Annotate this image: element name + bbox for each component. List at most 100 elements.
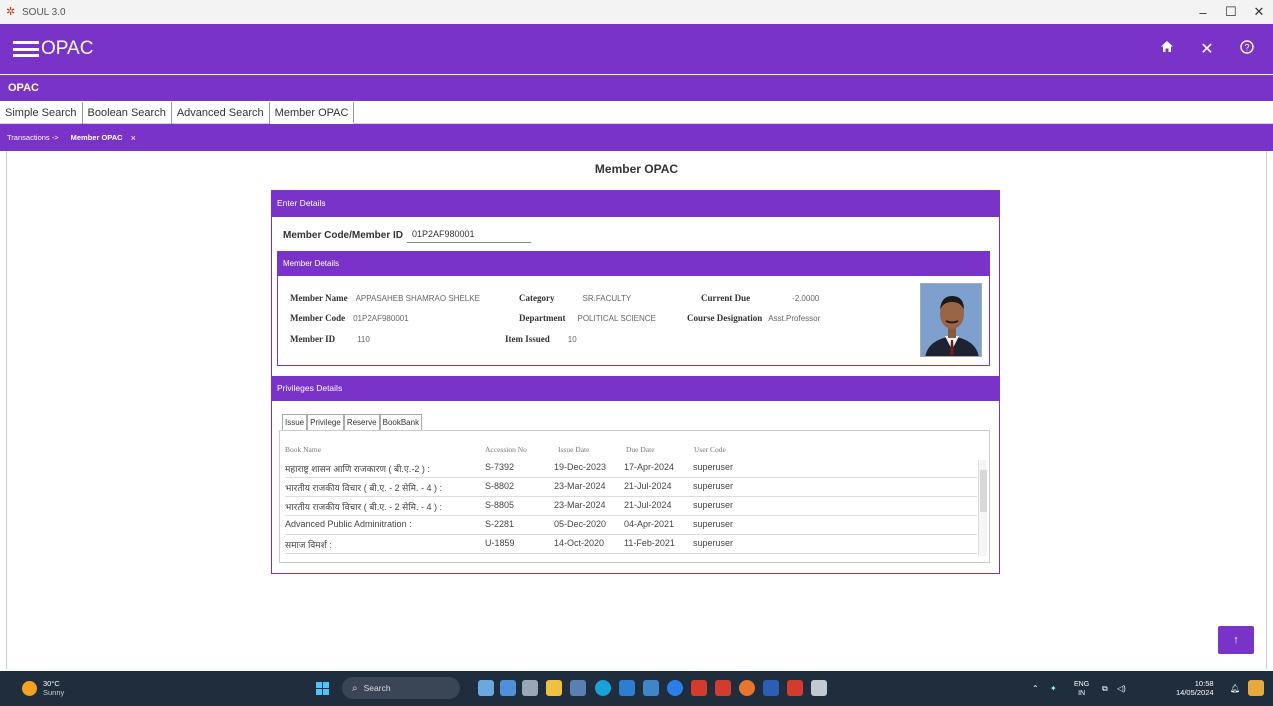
cell-book-name: भारतीय राजकीय विचार ( बी.ए. - 2 सेमि. - … bbox=[285, 483, 442, 493]
wifi-icon[interactable]: ⧉ bbox=[1102, 671, 1108, 706]
cell-issue-date: 05-Dec-2020 bbox=[554, 519, 607, 529]
category-field: Category SR.FACULTY bbox=[519, 293, 631, 303]
col-book-name[interactable]: Book Name bbox=[285, 445, 321, 454]
cell-due-date: 04-Apr-2021 bbox=[624, 519, 675, 529]
snipping-tool-icon[interactable] bbox=[811, 680, 827, 696]
network-app-icon[interactable]: ✦ bbox=[1050, 671, 1057, 706]
sun-icon bbox=[22, 680, 37, 696]
item-issued-field: Item Issued 10 bbox=[505, 334, 577, 344]
weather-condition: Sunny bbox=[43, 688, 65, 697]
cell-accession-no: S-7392 bbox=[485, 462, 515, 472]
help-icon[interactable]: ? bbox=[1239, 39, 1255, 59]
tab-reserve[interactable]: Reserve bbox=[343, 414, 380, 430]
close-icon[interactable]: ✕ bbox=[1199, 39, 1215, 59]
minimize-button[interactable]: – bbox=[1189, 0, 1217, 24]
close-tab-icon[interactable]: × bbox=[131, 133, 136, 143]
table-row[interactable]: समाज विमर्श : U-1859 14-Oct-2020 11-Feb-… bbox=[285, 535, 977, 554]
department-label: Department bbox=[519, 313, 566, 323]
home-icon[interactable] bbox=[1159, 40, 1175, 58]
browser-icon[interactable] bbox=[739, 680, 755, 696]
widgets-icon[interactable] bbox=[478, 680, 494, 696]
member-code-value: 01P2AF980001 bbox=[353, 314, 409, 323]
course-designation-value: Asst.Professor bbox=[768, 314, 821, 323]
tab-advanced-search[interactable]: Advanced Search bbox=[172, 102, 270, 124]
table-row[interactable]: भारतीय राजकीय विचार ( बी.ए. - 2 सेमि. - … bbox=[285, 497, 977, 516]
close-window-button[interactable]: ✕ bbox=[1245, 0, 1273, 24]
course-designation-field: Course Designation Asst.Professor bbox=[687, 313, 820, 323]
member-id-value: 110 bbox=[357, 335, 370, 344]
tab-member-opac[interactable]: Member OPAC bbox=[269, 102, 355, 124]
photos-icon[interactable] bbox=[500, 680, 516, 696]
taskbar-clock[interactable]: 10:58 14/05/2024 bbox=[1176, 679, 1214, 697]
tray-chevron-icon[interactable]: ⌃ bbox=[1032, 671, 1039, 706]
grid-scrollbar[interactable] bbox=[978, 460, 987, 556]
teams-icon[interactable] bbox=[570, 680, 586, 696]
chrome-icon[interactable] bbox=[667, 680, 683, 696]
table-row[interactable]: Advanced Public Adminitration : S-2281 0… bbox=[285, 516, 977, 535]
cell-book-name: महाराष्ट्र शासन आणि राजकारण ( बी.ए.-2 ) … bbox=[285, 464, 430, 474]
taskbar-search-placeholder: Search bbox=[363, 683, 391, 693]
soul-icon-3[interactable] bbox=[787, 680, 803, 696]
window-title: SOUL 3.0 bbox=[22, 6, 66, 18]
tab-simple-search[interactable]: Simple Search bbox=[0, 102, 83, 124]
task-view-icon[interactable] bbox=[522, 680, 538, 696]
member-id-label: Member ID bbox=[290, 334, 336, 344]
edge-icon[interactable] bbox=[595, 680, 611, 696]
store-icon[interactable] bbox=[619, 680, 635, 696]
taskbar-search[interactable]: ⌕ Search bbox=[342, 677, 460, 699]
language-indicator[interactable]: ENG IN bbox=[1074, 671, 1089, 706]
tab-issue[interactable]: Issue bbox=[282, 414, 308, 430]
grid-scroll-thumb[interactable] bbox=[980, 470, 987, 512]
cell-due-date: 17-Apr-2024 bbox=[624, 462, 675, 472]
cell-accession-no: S-2281 bbox=[485, 519, 515, 529]
notification-bell-icon[interactable]: 🔔︎ bbox=[1230, 671, 1240, 706]
tab-boolean-search[interactable]: Boolean Search bbox=[83, 102, 172, 124]
language-code: ENG bbox=[1074, 680, 1090, 688]
clock-time: 10:58 bbox=[1194, 679, 1214, 688]
member-code-label: Member Code/Member ID bbox=[283, 230, 404, 241]
col-due-date[interactable]: Due Date bbox=[626, 445, 655, 454]
maximize-button[interactable]: ☐ bbox=[1217, 0, 1245, 24]
cell-issue-date: 19-Dec-2023 bbox=[554, 462, 607, 472]
soul-icon-1[interactable] bbox=[691, 680, 707, 696]
breadcrumb-current[interactable]: Member OPAC bbox=[71, 133, 123, 142]
search-icon: ⌕ bbox=[352, 682, 358, 694]
privileges-heading: Privileges Details bbox=[271, 376, 1000, 401]
table-row[interactable]: भारतीय राजकीय विचार ( बी.ए. - 2 सेमि. - … bbox=[285, 478, 977, 497]
soul-icon-2[interactable] bbox=[715, 680, 731, 696]
windows-start-icon[interactable] bbox=[316, 682, 329, 695]
menu-icon[interactable] bbox=[13, 41, 39, 57]
copilot-icon[interactable] bbox=[1248, 680, 1264, 696]
cell-book-name: Advanced Public Adminitration : bbox=[285, 519, 412, 529]
member-code-input[interactable] bbox=[407, 226, 531, 243]
weather-widget[interactable]: 30°C Sunny bbox=[22, 679, 64, 697]
cell-issue-date: 23-Mar-2024 bbox=[554, 481, 606, 491]
cell-user-code: superuser bbox=[693, 519, 734, 529]
course-designation-label: Course Designation bbox=[687, 313, 763, 323]
department-value: POLITICAL SCIENCE bbox=[577, 314, 656, 323]
member-code-detail-label: Member Code bbox=[290, 313, 346, 323]
breadcrumb-parent[interactable]: Transactions -> bbox=[7, 133, 59, 142]
file-explorer-icon[interactable] bbox=[546, 680, 562, 696]
cell-issue-date: 14-Oct-2020 bbox=[554, 538, 605, 548]
table-row[interactable]: महाराष्ट्र शासन आणि राजकारण ( बी.ए.-2 ) … bbox=[285, 459, 977, 478]
header-icons: ✕ ? bbox=[1159, 24, 1255, 74]
col-accession-no[interactable]: Accession No bbox=[485, 445, 527, 454]
current-due-field: Current Due -2.0000 bbox=[701, 293, 819, 303]
word-icon[interactable] bbox=[763, 680, 779, 696]
cell-due-date: 21-Jul-2024 bbox=[624, 500, 672, 510]
scroll-to-top-button[interactable]: ↑ bbox=[1218, 626, 1254, 654]
taskbar: 30°C Sunny ⌕ Search ⌃ ✦ ENG IN ⧉ ◁) 10:5… bbox=[0, 671, 1273, 706]
category-label: Category bbox=[519, 293, 555, 303]
calendar-icon[interactable] bbox=[643, 680, 659, 696]
col-user-code[interactable]: User Code bbox=[694, 445, 726, 454]
app-header: OPAC ✕ ? bbox=[0, 24, 1273, 74]
clock-date: 14/05/2024 bbox=[1176, 688, 1214, 697]
section-header: OPAC bbox=[0, 75, 1273, 101]
member-id-field: Member ID 110 bbox=[290, 334, 370, 344]
speaker-icon[interactable]: ◁) bbox=[1117, 671, 1126, 706]
breadcrumb: Transactions -> Member OPAC × bbox=[0, 124, 1273, 151]
tab-privilege[interactable]: Privilege bbox=[307, 414, 344, 430]
tab-bookbank[interactable]: BookBank bbox=[379, 414, 423, 430]
col-issue-date[interactable]: Issue Date bbox=[558, 445, 589, 454]
